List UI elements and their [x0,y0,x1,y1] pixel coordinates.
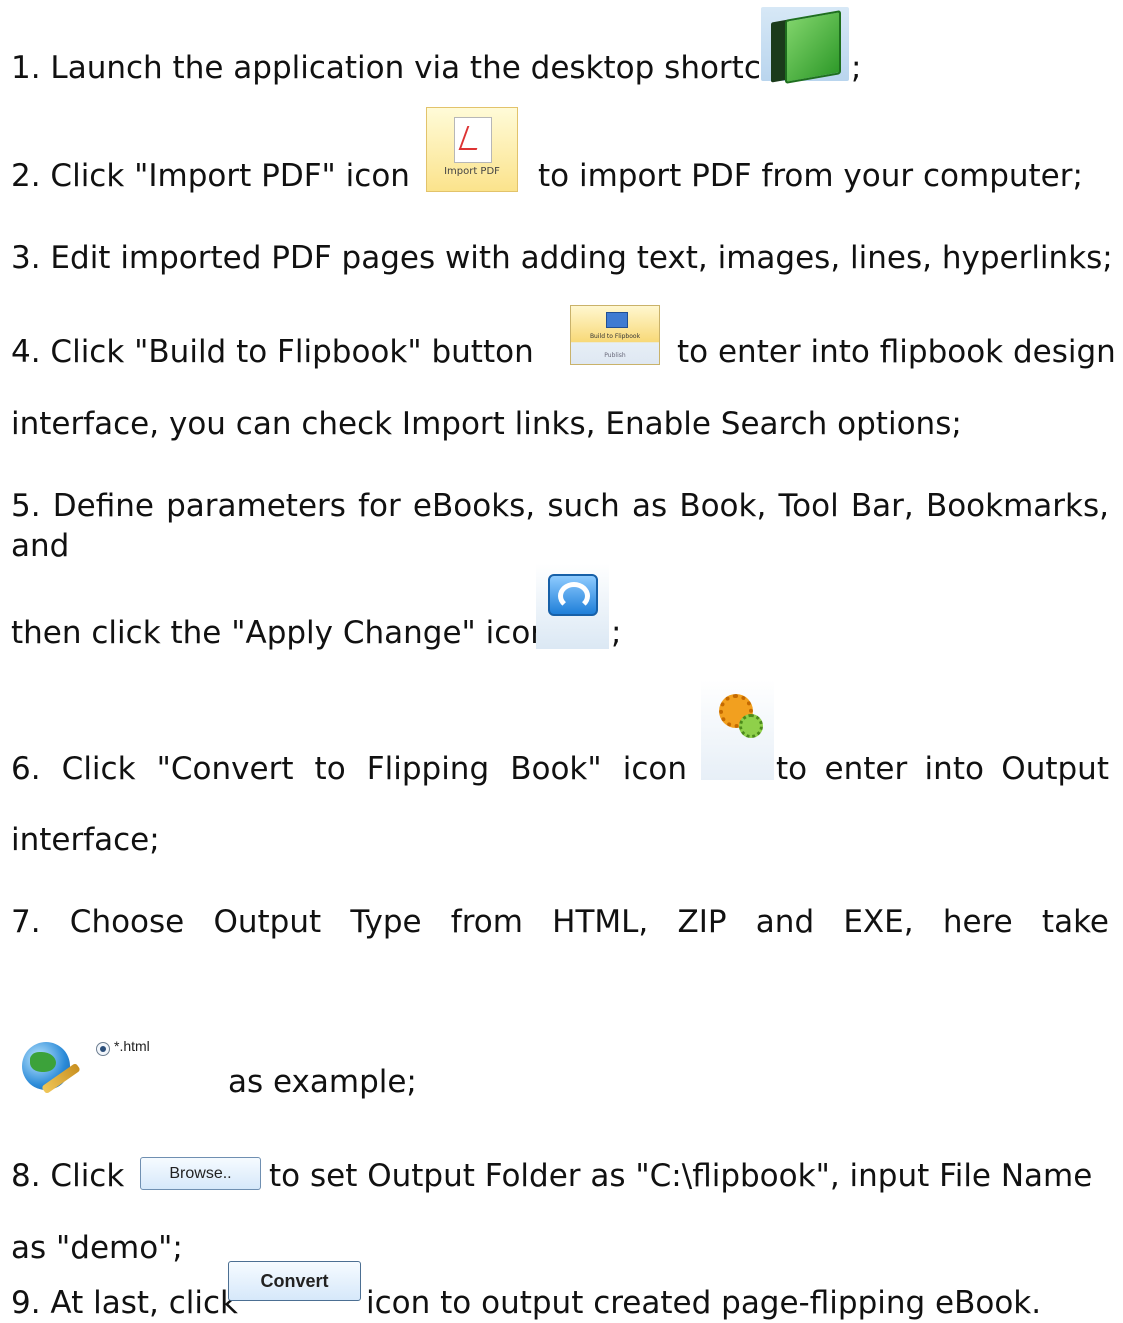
step-5: 5. Define parameters for eBooks, such as… [11,488,1109,564]
step-4-cont: interface, you can check Import links, E… [11,406,962,442]
browse-button[interactable]: Browse.. [140,1157,261,1190]
step-5-suffix: ; [611,615,622,651]
step-5-cont: then click the "Apply Change" icon [11,615,550,651]
step-7: 7. Choose Output Type from HTML, ZIP and… [11,904,1109,940]
step-9-post: icon to output created page-flipping eBo… [366,1285,1042,1321]
import-pdf-icon[interactable]: Import PDF [426,107,518,192]
step-1-text: 1. Launch the application via the deskto… [11,50,793,86]
step-8-post: to set Output Folder as "C:\flipbook", i… [269,1158,1093,1194]
apply-change-icon[interactable] [536,564,609,649]
step-8-pre: 8. Click [11,1158,125,1194]
step-2-pre: 2. Click "Import PDF" icon [11,158,410,194]
step-4-pre: 4. Click "Build to Flipbook" button [11,334,534,370]
convert-button[interactable]: Convert [228,1261,361,1301]
step-3: 3. Edit imported PDF pages with adding t… [11,240,1113,276]
step-6-pre: 6. Click "Convert to Flipping Book" icon [11,751,687,787]
step-6-post: to enter into Output [776,751,1109,787]
step-8-cont: as "demo"; [11,1230,183,1266]
globe-icon [12,1034,92,1114]
build-sub-label: Publish [604,352,626,359]
import-pdf-label: Import PDF [444,166,500,177]
step-7-cont: as example; [228,1064,417,1100]
step-1: 1. Launch the application via the deskto… [11,48,793,88]
convert-gears-icon[interactable] [701,680,774,780]
step-4-post: to enter into flipbook design [677,334,1116,370]
html-radio-label: *.html [114,1038,150,1054]
step-1-suffix: ; [851,50,862,86]
step-9-pre: 9. At last, click [11,1285,238,1321]
book-shortcut-icon[interactable] [761,7,849,84]
html-radio-button[interactable] [96,1042,110,1056]
step-6-cont: interface; [11,822,160,858]
step-2-post: to import PDF from your computer; [538,158,1083,194]
build-label: Build to Flipbook [589,333,641,340]
build-to-flipbook-icon[interactable]: Build to Flipbook Publish [570,305,660,365]
